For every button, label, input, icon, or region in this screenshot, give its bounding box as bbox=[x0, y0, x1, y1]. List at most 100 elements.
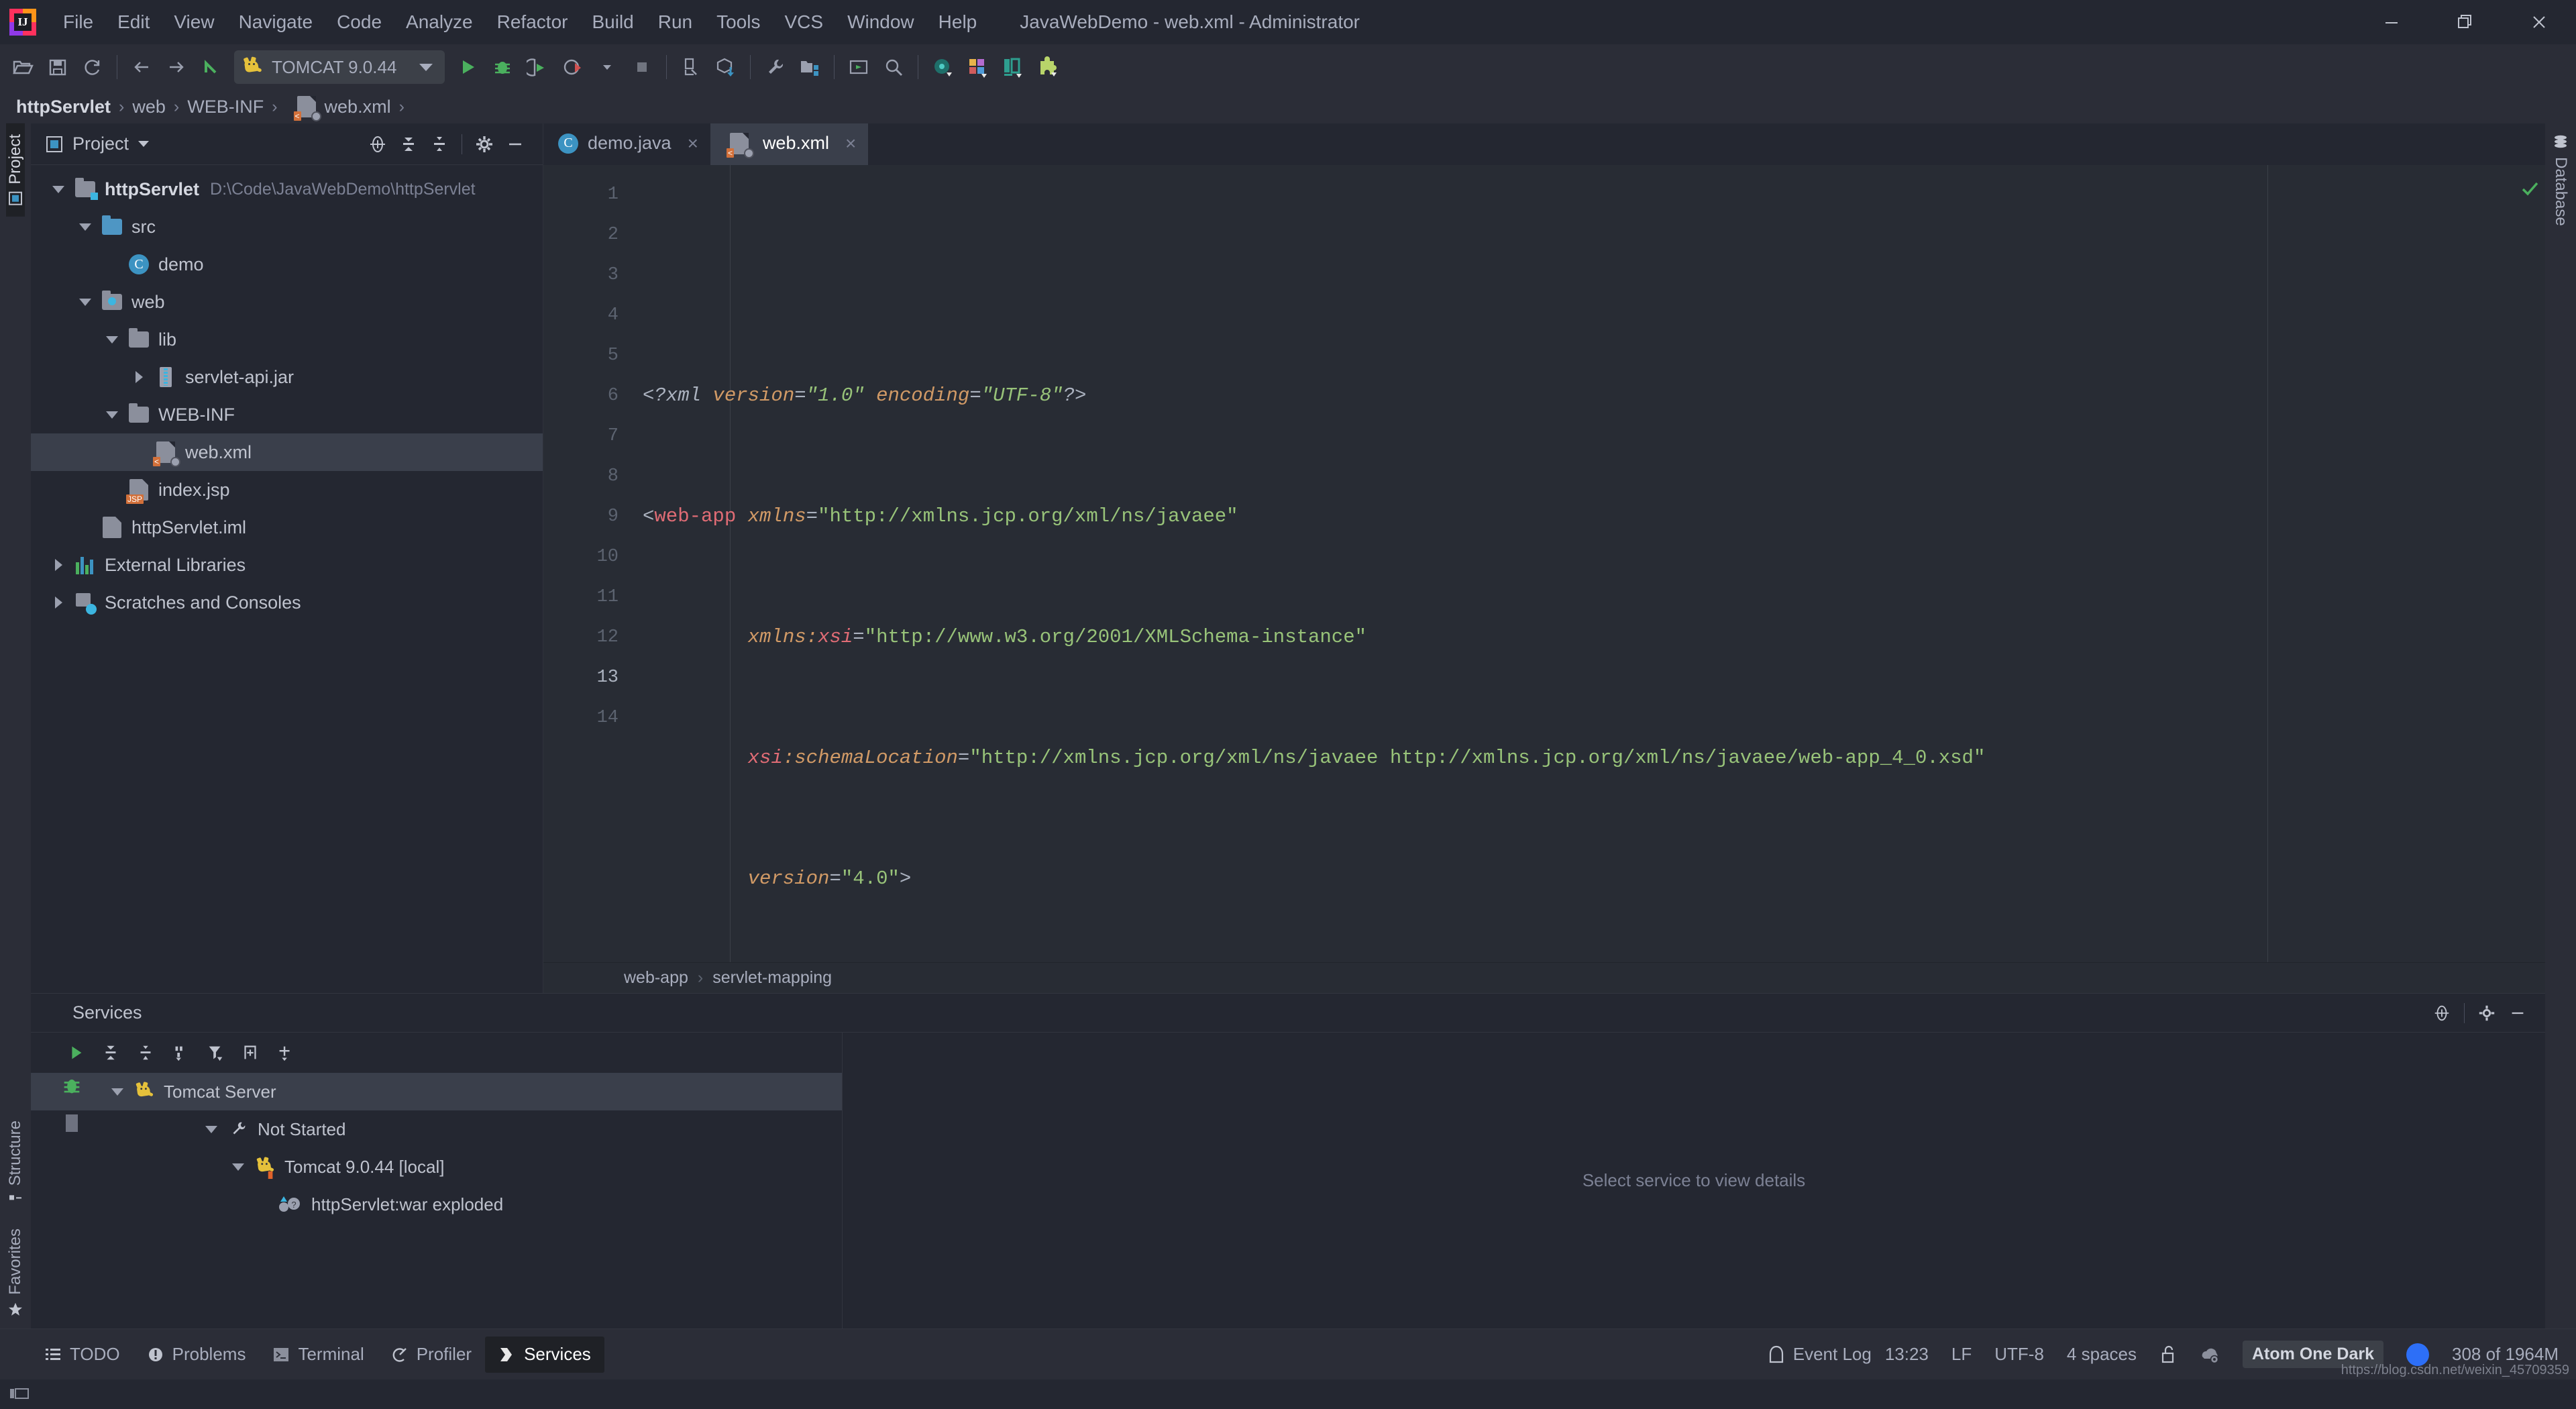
menu-analyze[interactable]: Analyze bbox=[394, 0, 485, 44]
breadcrumb-item-project[interactable]: httpServlet bbox=[16, 97, 111, 117]
menu-tools[interactable]: Tools bbox=[704, 0, 772, 44]
close-button[interactable] bbox=[2502, 0, 2576, 44]
run-button[interactable] bbox=[450, 48, 485, 86]
restore-button[interactable] bbox=[2428, 0, 2502, 44]
project-settings-button[interactable] bbox=[469, 129, 500, 160]
lock-button[interactable] bbox=[2159, 1345, 2177, 1365]
tree-item-web-xml[interactable]: < web.xml bbox=[31, 433, 543, 471]
save-all-button[interactable] bbox=[40, 48, 75, 86]
services-add-button[interactable] bbox=[270, 1037, 301, 1068]
run-with-coverage-button[interactable] bbox=[520, 48, 555, 86]
tree-item-iml[interactable]: httpServlet.iml bbox=[31, 509, 543, 546]
sidebar-item-project[interactable]: Project bbox=[6, 123, 25, 217]
run-configuration-selector[interactable]: TOMCAT 9.0.44 bbox=[234, 50, 445, 84]
twisty-down-icon[interactable] bbox=[72, 223, 98, 231]
stop-button[interactable] bbox=[625, 48, 659, 86]
menu-navigate[interactable]: Navigate bbox=[227, 0, 325, 44]
tree-item-web[interactable]: web bbox=[31, 283, 543, 321]
inspection-marker-bar[interactable] bbox=[2514, 165, 2545, 962]
menu-help[interactable]: Help bbox=[926, 0, 989, 44]
line-number-gutter[interactable]: 1 2 3 4 5 6 7 8 9 10 11 12 13 14 bbox=[543, 165, 631, 962]
no-problems-check-icon[interactable] bbox=[2520, 178, 2540, 199]
profile-button[interactable] bbox=[555, 48, 590, 86]
locate-button[interactable] bbox=[362, 129, 393, 160]
close-icon[interactable]: × bbox=[688, 133, 698, 154]
status-tab-terminal[interactable]: Terminal bbox=[259, 1337, 377, 1373]
tree-item-external-libraries[interactable]: External Libraries bbox=[31, 546, 543, 584]
sidebar-item-favorites[interactable]: Favorites bbox=[6, 1218, 25, 1328]
services-group-by-button[interactable] bbox=[165, 1037, 196, 1068]
tree-item-index-jsp[interactable]: JSP index.jsp bbox=[31, 471, 543, 509]
editor-breadcrumb-web-app[interactable]: web-app bbox=[624, 968, 688, 988]
ide-features-button[interactable] bbox=[995, 48, 1030, 86]
breadcrumb-item-web[interactable]: web bbox=[132, 97, 166, 117]
sync-button[interactable] bbox=[75, 48, 110, 86]
tree-item-servlet-api-jar[interactable]: servlet-api.jar bbox=[31, 358, 543, 396]
services-settings-button[interactable] bbox=[2471, 998, 2502, 1029]
tab-demo-java[interactable]: C demo.java × bbox=[543, 123, 710, 165]
caret-position[interactable]: 13:23 bbox=[1885, 1344, 1929, 1365]
indent-setting[interactable]: 4 spaces bbox=[2067, 1344, 2137, 1365]
undo-button[interactable] bbox=[194, 48, 229, 86]
debug-icon[interactable] bbox=[60, 1074, 83, 1097]
services-collapse-all-button[interactable] bbox=[130, 1037, 161, 1068]
services-row-artifact[interactable]: ? httpServlet:war exploded bbox=[98, 1186, 842, 1223]
debug-button[interactable] bbox=[485, 48, 520, 86]
status-tab-problems[interactable]: Problems bbox=[133, 1337, 260, 1373]
services-run-button[interactable] bbox=[60, 1037, 91, 1068]
menu-edit[interactable]: Edit bbox=[105, 0, 162, 44]
sidebar-item-database[interactable]: Database bbox=[2551, 123, 2570, 237]
services-hide-button[interactable] bbox=[2502, 998, 2533, 1029]
services-filter-button[interactable] bbox=[200, 1037, 231, 1068]
services-row-tomcat-local[interactable]: Tomcat 9.0.44 [local] bbox=[98, 1148, 842, 1186]
menu-code[interactable]: Code bbox=[325, 0, 394, 44]
twisty-right-icon[interactable] bbox=[46, 596, 71, 609]
back-button[interactable] bbox=[124, 48, 159, 86]
twisty-down-icon[interactable] bbox=[105, 1088, 130, 1096]
breadcrumb-item-file[interactable]: web.xml bbox=[325, 97, 391, 117]
window-list-icon[interactable] bbox=[9, 1386, 30, 1403]
twisty-down-icon[interactable] bbox=[99, 335, 125, 344]
tree-item-web-inf[interactable]: WEB-INF bbox=[31, 396, 543, 433]
close-icon[interactable]: × bbox=[845, 133, 856, 154]
update-project-button[interactable] bbox=[708, 48, 743, 86]
twisty-down-icon[interactable] bbox=[99, 411, 125, 419]
layout-button[interactable] bbox=[960, 48, 995, 86]
services-row-tomcat-server[interactable]: Tomcat Server bbox=[31, 1073, 842, 1110]
memory-indicator[interactable]: 308 of 1964M bbox=[2452, 1344, 2559, 1365]
plugin-button[interactable] bbox=[1030, 48, 1065, 86]
menu-run[interactable]: Run bbox=[646, 0, 704, 44]
services-tree[interactable]: Tomcat Server Not Started Tomcat 9.0.44 … bbox=[31, 1073, 842, 1328]
status-tab-todo[interactable]: TODO bbox=[31, 1337, 133, 1373]
expand-all-button[interactable] bbox=[393, 129, 424, 160]
chevron-down-icon[interactable] bbox=[138, 141, 150, 147]
search-everywhere-button[interactable] bbox=[876, 48, 911, 86]
event-log-button[interactable]: Event Log bbox=[1754, 1337, 1885, 1373]
twisty-right-icon[interactable] bbox=[46, 559, 71, 571]
tree-item-httpservlet[interactable]: httpServlet D:\Code\JavaWebDemo\httpServ… bbox=[31, 170, 543, 208]
file-encoding[interactable]: UTF-8 bbox=[1994, 1344, 2044, 1365]
sidebar-item-structure[interactable]: Structure bbox=[6, 1110, 25, 1218]
minimize-button[interactable] bbox=[2355, 0, 2428, 44]
services-locate-button[interactable] bbox=[2426, 998, 2457, 1029]
menu-refactor[interactable]: Refactor bbox=[485, 0, 580, 44]
twisty-right-icon[interactable] bbox=[126, 371, 152, 383]
status-tab-profiler[interactable]: Profiler bbox=[378, 1337, 485, 1373]
editor-breadcrumb-servlet-mapping[interactable]: servlet-mapping bbox=[712, 968, 832, 988]
menu-view[interactable]: View bbox=[162, 0, 226, 44]
menu-window[interactable]: Window bbox=[835, 0, 926, 44]
project-tree[interactable]: httpServlet D:\Code\JavaWebDemo\httpServ… bbox=[31, 165, 543, 993]
terminal-button[interactable] bbox=[841, 48, 876, 86]
services-row-not-started[interactable]: Not Started bbox=[98, 1110, 842, 1148]
tab-web-xml[interactable]: < web.xml × bbox=[710, 123, 869, 165]
services-expand-all-button[interactable] bbox=[95, 1037, 126, 1068]
tree-item-src[interactable]: src bbox=[31, 208, 543, 246]
tree-item-scratches[interactable]: Scratches and Consoles bbox=[31, 584, 543, 621]
settings-button[interactable] bbox=[757, 48, 792, 86]
twisty-down-icon[interactable] bbox=[199, 1125, 224, 1133]
profile-dropdown[interactable] bbox=[590, 48, 625, 86]
database-console-button[interactable] bbox=[925, 48, 960, 86]
twisty-down-icon[interactable] bbox=[72, 298, 98, 306]
forward-button[interactable] bbox=[159, 48, 194, 86]
code-text[interactable]: <?xml version="1.0" encoding="UTF-8"?> <… bbox=[631, 165, 2514, 962]
